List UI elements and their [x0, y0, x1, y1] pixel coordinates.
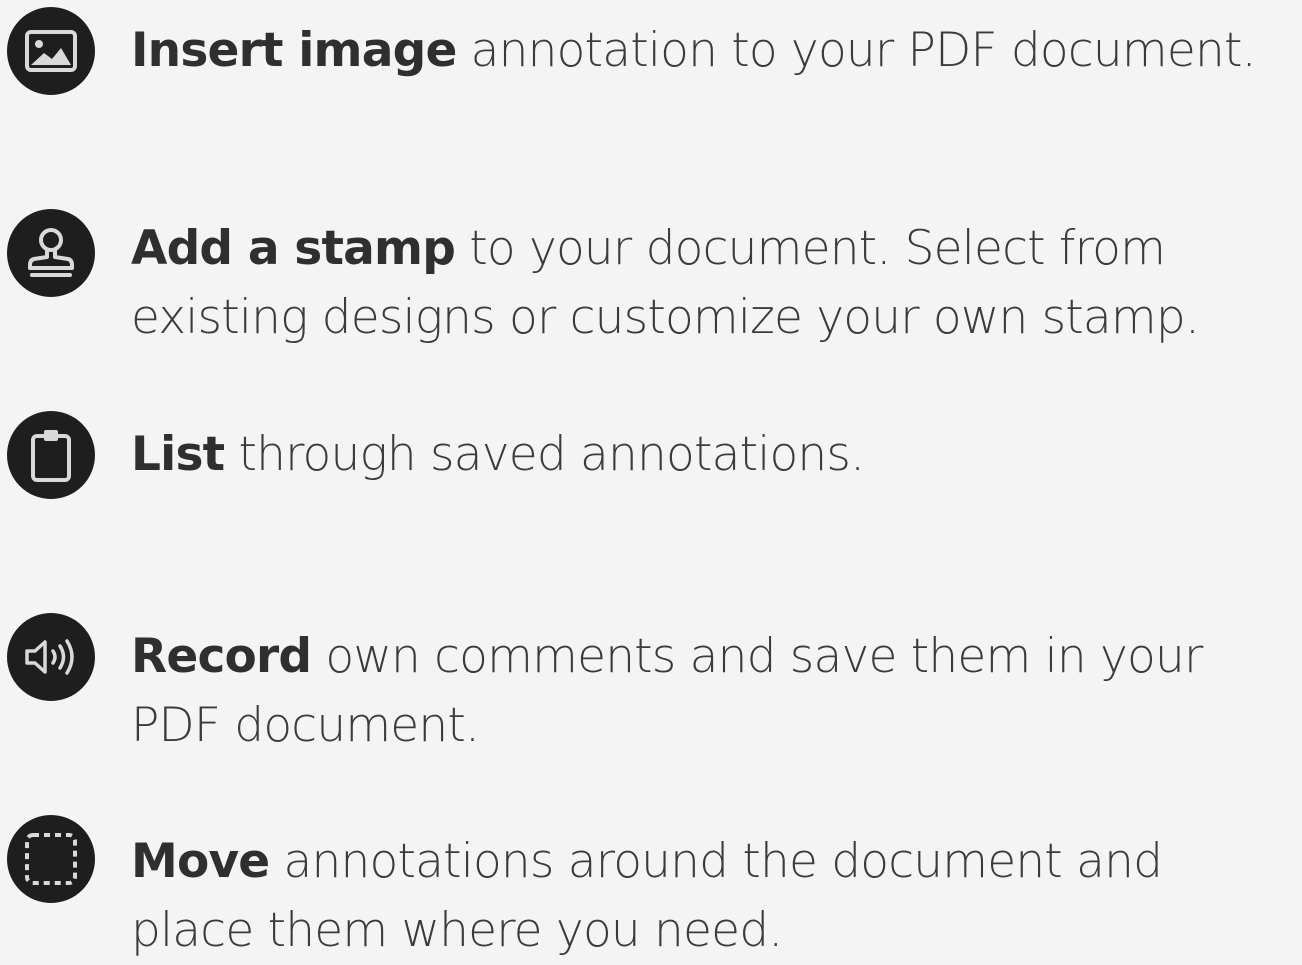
- clipboard-icon: [7, 411, 95, 499]
- feature-description: through saved annotations.: [224, 427, 865, 482]
- image-icon: [7, 7, 95, 95]
- feature-title: Move: [131, 834, 270, 889]
- stamp-icon: [7, 209, 95, 297]
- feature-description: annotations around the document and plac…: [131, 834, 1163, 958]
- feature-text: Record own comments and save them in you…: [131, 622, 1296, 760]
- feature-title: Add a stamp: [131, 221, 456, 276]
- feature-title: Record: [131, 629, 312, 684]
- feature-text: List through saved annotations.: [131, 420, 1296, 489]
- feature-title: Insert image: [131, 23, 457, 78]
- selection-frame-icon: [7, 815, 95, 903]
- speaker-icon: [7, 613, 95, 701]
- feature-text: Insert image annotation to your PDF docu…: [131, 16, 1296, 85]
- feature-description: annotation to your PDF document.: [456, 23, 1257, 78]
- feature-text: Add a stamp to your document. Select fro…: [131, 214, 1296, 352]
- feature-text: Move annotations around the document and…: [131, 827, 1296, 965]
- feature-title: List: [131, 427, 225, 482]
